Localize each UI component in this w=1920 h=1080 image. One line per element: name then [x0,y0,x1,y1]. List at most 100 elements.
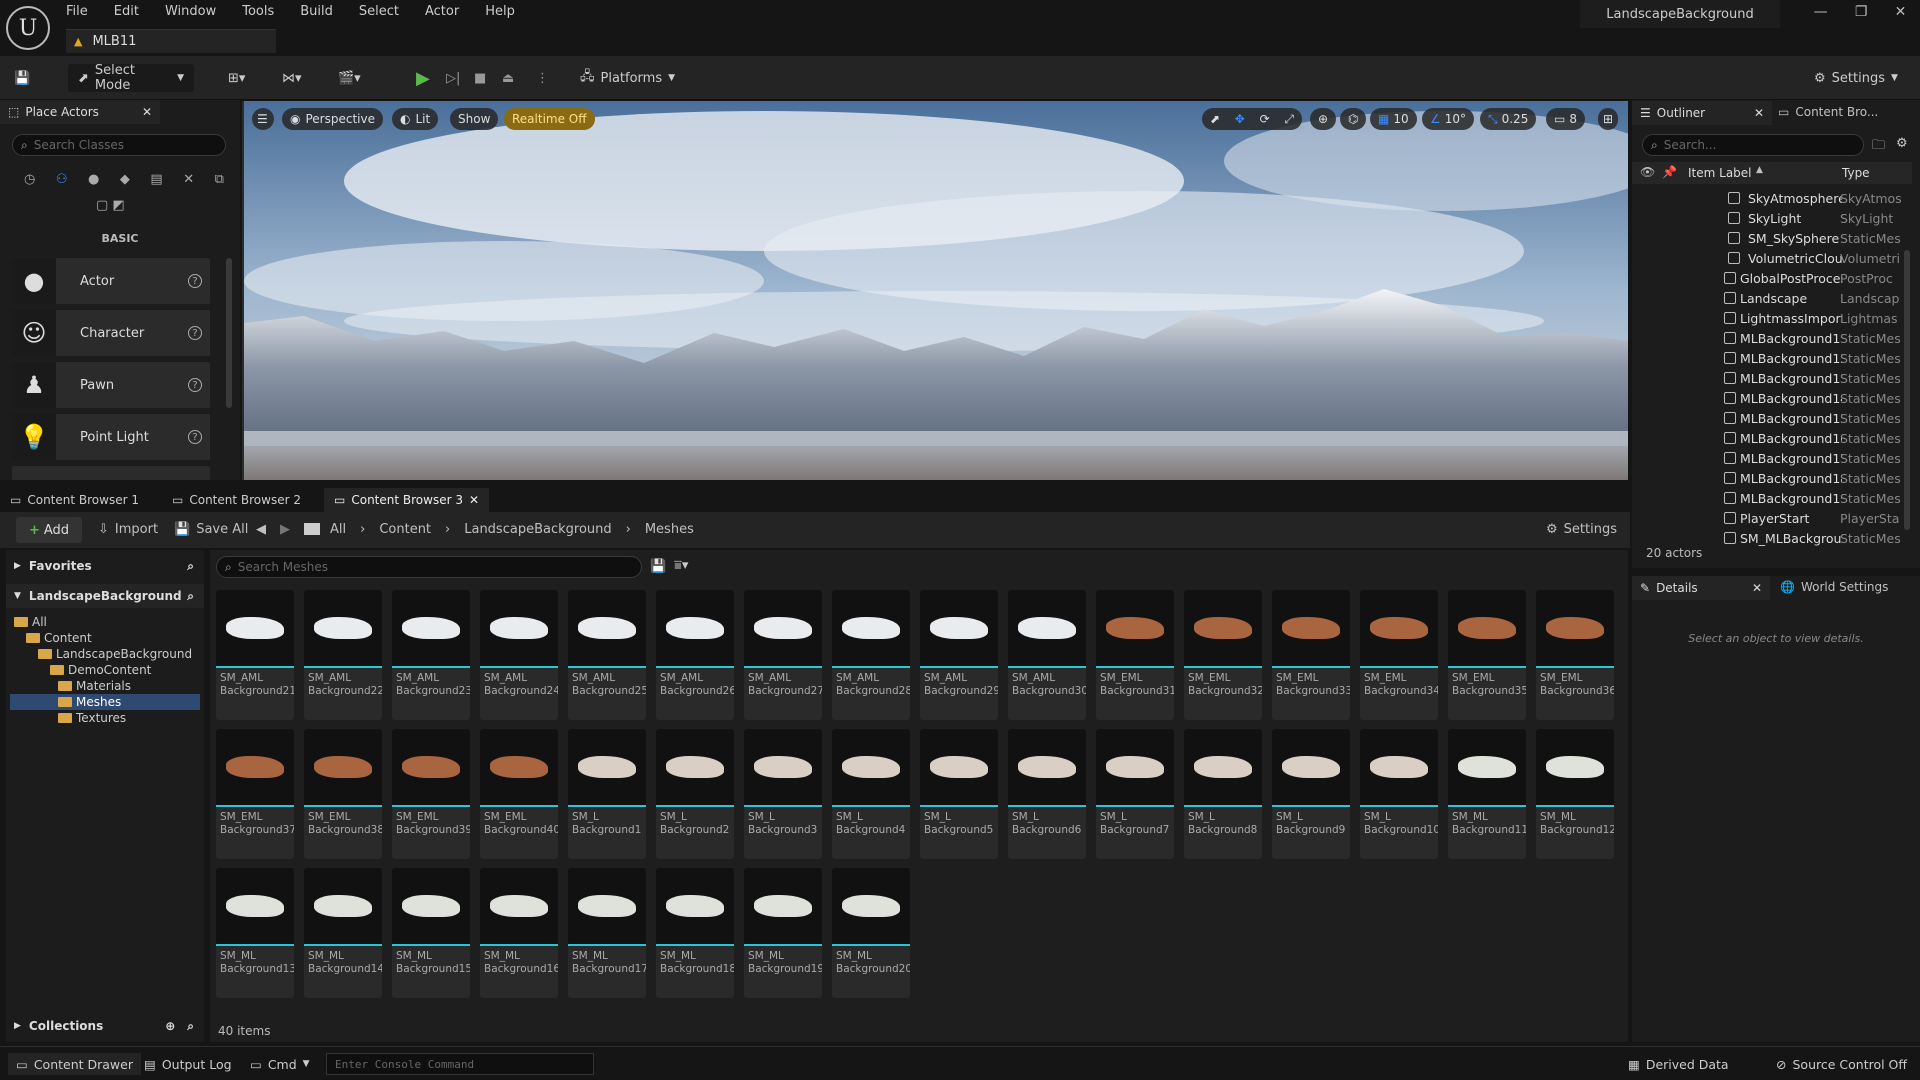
actor-item-pawn[interactable]: ♟ Pawn ? [12,362,210,408]
collections-header[interactable]: ▶ Collections ⊕ ⌕ [6,1014,204,1038]
asset-tile[interactable]: SM_EML Background39 [392,729,470,859]
gear-icon[interactable]: ⚙ [1896,136,1908,151]
asset-tile[interactable]: SM_AML Background29 [920,590,998,720]
asset-tile[interactable]: SM_L Background1 [568,729,646,859]
asset-tile[interactable]: SM_L Background3 [744,729,822,859]
blueprint-icon[interactable]: ⋈▾ [282,64,302,92]
place-actors-scrollbar[interactable] [226,258,232,408]
asset-tile[interactable]: SM_L Background8 [1184,729,1262,859]
select-mode-dropdown[interactable]: ⬈ Select Mode ▼ [68,63,194,93]
asset-tile[interactable]: SM_AML Background22 [304,590,382,720]
help-icon[interactable]: ? [188,430,202,444]
asset-tile[interactable]: SM_L Background10 [1360,729,1438,859]
output-log-button[interactable]: ▤ Output Log [144,1053,232,1075]
play-icon[interactable]: ▶ [416,64,430,92]
tab-content-browser-2[interactable]: ▭ Content Browser 2 [162,488,311,512]
realtime-off-button[interactable]: Realtime Off [504,108,595,130]
level-viewport[interactable]: ☰ ◉ Perspective ◐ Lit Show Realtime Off ⬈ … [242,101,1628,480]
select-tool-icon[interactable]: ⬈ [1210,112,1220,126]
cinematics-icon[interactable]: 🎬▾ [338,64,361,92]
outliner-row[interactable]: MLBackground18 StaticMes [1632,468,1912,488]
breadcrumb-all[interactable]: All [330,522,346,537]
outliner-row[interactable]: Landscape Landscap [1632,288,1912,308]
asset-tile[interactable]: SM_L Background2 [656,729,734,859]
actor-item-actor[interactable]: ● Actor ? [12,258,210,304]
filter-icon[interactable]: ⩸▾ [674,558,688,573]
asset-tile[interactable]: SM_ML Background16 [480,868,558,998]
menu-window[interactable]: Window [165,4,216,22]
asset-tile[interactable]: SM_L Background6 [1008,729,1086,859]
asset-tile[interactable]: SM_AML Background26 [656,590,734,720]
help-icon[interactable]: ? [188,378,202,392]
outliner-row[interactable]: MLBackground14 StaticMes [1632,388,1912,408]
cinematic-icon[interactable]: ▤ [150,172,162,187]
menu-tools[interactable]: Tools [242,4,274,22]
asset-tile[interactable]: SM_ML Background13 [216,868,294,998]
place-actors-tab[interactable]: ⬚ Place Actors ✕ [0,100,160,124]
col-item-label[interactable]: Item Label [1688,166,1752,180]
close-icon[interactable]: ✕ [1752,581,1762,595]
world-settings-tab[interactable]: 🌐 World Settings [1780,580,1888,594]
breadcrumb-content[interactable]: Content [379,522,431,537]
basic-category-icon[interactable]: ⚇ [56,172,68,187]
asset-tile[interactable]: SM_L Background7 [1096,729,1174,859]
outliner-row[interactable]: SM_MLBackgroundStaticMes [1632,528,1912,548]
menu-help[interactable]: Help [485,4,515,22]
outliner-row[interactable]: GlobalPostProcessPostProc [1632,268,1912,288]
platforms-button[interactable]: 🖧 Platforms ▼ [580,64,675,92]
asset-tile[interactable]: SM_AML Background24 [480,590,558,720]
step-icon[interactable]: ▷| [446,64,460,92]
asset-tile[interactable]: SM_EML Background38 [304,729,382,859]
asset-tile[interactable]: SM_EML Background37 [216,729,294,859]
close-icon[interactable]: ✕ [469,493,479,507]
tab-content-browser-1[interactable]: ▭ Content Browser 1 [0,488,149,512]
show-button[interactable]: Show [450,108,499,130]
visual-effects-icon[interactable]: ✕ [183,172,194,187]
breadcrumb-landscape[interactable]: LandscapeBackground [464,522,611,537]
help-icon[interactable]: ? [188,274,202,288]
minimize-icon[interactable]: — [1814,4,1828,28]
unreal-logo-icon[interactable]: U [6,6,50,50]
asset-tile[interactable]: SM_ML Background14 [304,868,382,998]
asset-tile[interactable]: SM_EML Background36 [1536,590,1614,720]
asset-tile[interactable]: SM_EML Background34 [1360,590,1438,720]
import-button[interactable]: ⇩ Import [98,522,158,537]
menu-select[interactable]: Select [359,4,399,22]
favorites-header[interactable]: ▶ Favorites ⌕ [6,554,204,578]
search-classes-input[interactable]: ⌕ Search Classes [12,134,226,156]
outliner-row[interactable]: MLBackground15 StaticMes [1632,408,1912,428]
search-meshes-input[interactable]: ⌕ Search Meshes [216,556,642,578]
content-browser-tab[interactable]: ▭ Content Bro... [1778,105,1878,119]
asset-tile[interactable]: SM_ML Background20 [832,868,910,998]
perspective-button[interactable]: ◉ Perspective [282,108,383,130]
root-folder-header[interactable]: ▼ LandscapeBackground ⌕ [6,584,204,608]
outliner-row[interactable]: MLBackground13 StaticMes [1632,368,1912,388]
save-all-button[interactable]: 💾 Save All [174,522,248,537]
restore-icon[interactable]: ❐ [1855,4,1868,28]
grid-snap-button[interactable]: ▦ 10 [1370,108,1417,130]
outliner-row[interactable]: VolumetricCloud Volumetri [1632,248,1912,268]
help-icon[interactable]: ? [188,326,202,340]
eye-icon[interactable]: 👁 [1640,165,1655,179]
scale-tool-icon[interactable]: ⤢ [1284,112,1294,127]
tree-item-materials[interactable]: Materials [58,678,131,694]
add-button[interactable]: + Add [16,517,82,543]
settings-button[interactable]: ⚙ Settings ▼ [1814,64,1898,92]
asset-tile[interactable]: SM_ML Background19 [744,868,822,998]
asset-tile[interactable]: SM_AML Background30 [1008,590,1086,720]
asset-tile[interactable]: SM_L Background9 [1272,729,1350,859]
cb-settings-button[interactable]: ⚙ Settings [1546,522,1617,537]
tree-item-landscape[interactable]: LandscapeBackground [38,646,192,662]
outliner-scrollbar[interactable] [1904,250,1910,530]
asset-tile[interactable]: SM_EML Background35 [1448,590,1526,720]
actor-item-partial[interactable] [12,466,210,480]
menu-actor[interactable]: Actor [425,4,459,22]
asset-tile[interactable]: SM_EML Background32 [1184,590,1262,720]
asset-tile[interactable]: SM_L Background4 [832,729,910,859]
outliner-row[interactable]: LightmassImportanceLightmas [1632,308,1912,328]
outliner-row[interactable]: SkyAtmosphere SkyAtmos [1632,188,1912,208]
details-tab[interactable]: ✎ Details ✕ [1632,576,1770,600]
search-icon[interactable]: ⌕ [187,559,194,574]
lights-icon[interactable]: ● [88,172,99,187]
menu-build[interactable]: Build [300,4,333,22]
